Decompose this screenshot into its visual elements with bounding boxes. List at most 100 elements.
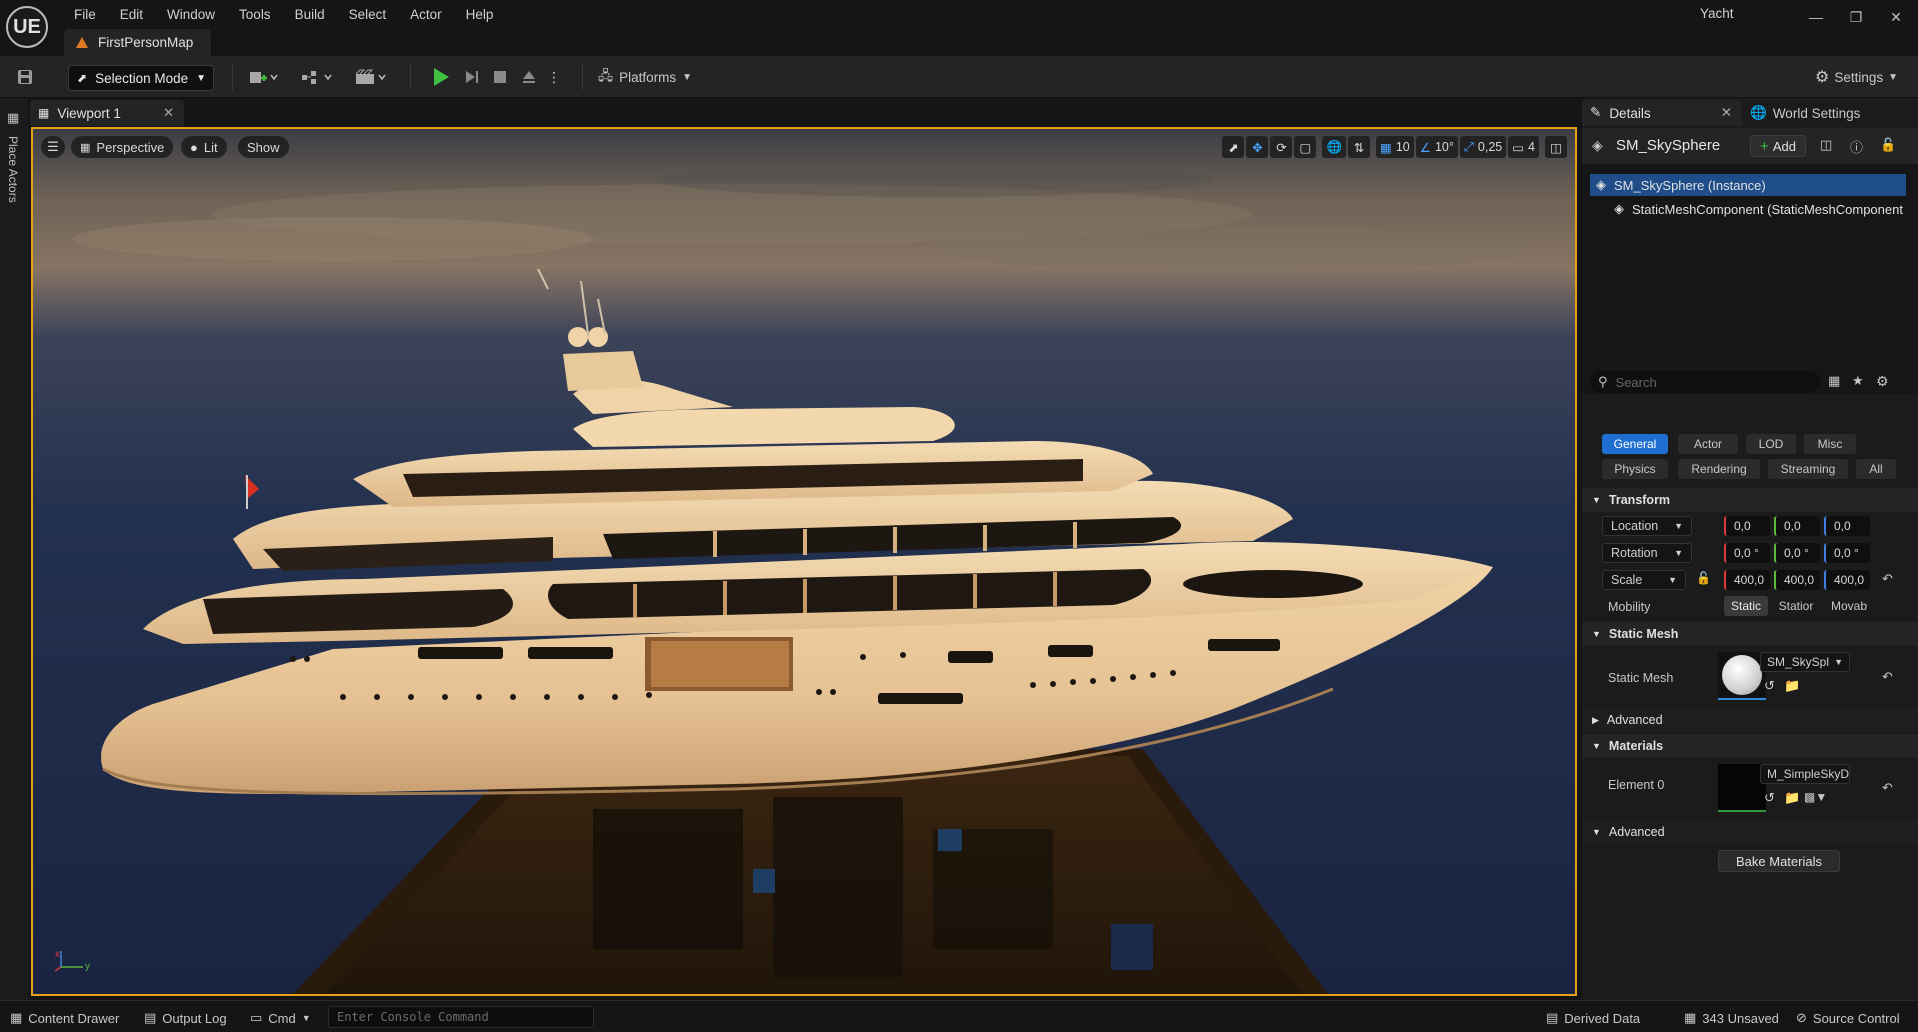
gear-icon[interactable]: ⚙ [1876,373,1889,390]
viewport[interactable]: ☰ ▦ Perspective ● Lit Show ⬈ ✥ ⟳ ▢ 🌐 ⇅ ▦… [31,127,1577,996]
grid-snap-button[interactable]: ▦ 10 [1376,136,1414,158]
location-dropdown[interactable]: Location ▼ [1602,516,1692,536]
browse-icon[interactable]: 📁 [1784,790,1800,806]
menu-select[interactable]: Select [337,4,399,26]
add-component-button[interactable]: + Add [1750,135,1806,157]
layout-icon[interactable]: ◫ [1545,136,1567,158]
select-tool-icon[interactable]: ⬈ [1222,136,1245,158]
help-icon[interactable]: ⓘ [1850,137,1863,156]
menu-edit[interactable]: Edit [108,4,155,26]
unreal-logo-icon[interactable]: UE [6,6,48,48]
rotation-x-input[interactable]: 0,0 ° [1724,543,1770,563]
rotation-snap-button[interactable]: ∠ 10° [1415,136,1458,158]
menu-tools[interactable]: Tools [227,4,283,26]
material-thumbnail[interactable] [1718,764,1766,812]
table-view-icon[interactable]: ▦ [1828,373,1840,389]
component-row-mesh[interactable]: ◈ StaticMeshComponent (StaticMeshCompone… [1614,198,1914,220]
source-control-button[interactable]: ⊘ Source Control [1796,1009,1900,1027]
location-y-input[interactable]: 0,0 [1774,516,1820,536]
static-mesh-advanced-header[interactable]: ▶ Advanced [1582,708,1918,732]
translate-tool-icon[interactable]: ✥ [1246,136,1269,158]
console-command-input[interactable] [328,1006,594,1028]
cinematics-icon[interactable] [352,66,392,88]
place-actors-icon[interactable]: ▦ [7,110,19,126]
eject-icon[interactable] [518,66,540,88]
cmd-dropdown[interactable]: ▭ Cmd ▼ [250,1009,311,1027]
menu-build[interactable]: Build [283,4,337,26]
add-actor-icon[interactable] [244,66,284,88]
menu-window[interactable]: Window [155,4,227,26]
minimize-icon[interactable]: — [1802,6,1830,28]
close-icon[interactable]: ✕ [1721,105,1732,121]
static-mesh-asset-dropdown[interactable]: SM_SkySpl ▼ [1760,652,1850,672]
filter-actor[interactable]: Actor [1678,434,1738,454]
filter-general[interactable]: General [1602,434,1668,454]
close-icon[interactable]: ✕ [1882,6,1910,28]
step-icon[interactable] [462,66,482,88]
filter-rendering[interactable]: Rendering [1678,459,1760,479]
scale-z-input[interactable]: 400,0 [1824,570,1870,590]
viewport-menu-icon[interactable]: ☰ [41,136,65,158]
world-space-icon[interactable]: 🌐 [1322,136,1347,158]
blueprint-icon[interactable] [298,66,338,88]
map-tab[interactable]: FirstPersonMap [64,29,212,56]
selection-mode-dropdown[interactable]: ⬈ Selection Mode ▼ [68,65,214,91]
component-row-root[interactable]: ◈ SM_SkySphere (Instance) [1590,174,1906,196]
materials-section-header[interactable]: ▼ Materials [1582,734,1918,758]
mobility-movable[interactable]: Movab [1824,596,1874,616]
reset-icon[interactable]: ↶ [1882,669,1893,685]
materials-advanced-header[interactable]: ▼ Advanced [1582,820,1918,844]
location-z-input[interactable]: 0,0 [1824,516,1870,536]
viewport-tab[interactable]: ▦ Viewport 1 ✕ [30,100,184,126]
scale-x-input[interactable]: 400,0 [1724,570,1770,590]
menu-help[interactable]: Help [454,4,506,26]
unsaved-button[interactable]: ▦ 343 Unsaved [1684,1009,1779,1027]
restore-icon[interactable]: ❐ [1842,6,1870,28]
material-options-icon[interactable]: ▩▼ [1804,790,1827,804]
use-selected-icon[interactable]: ↺ [1764,678,1775,694]
lock-icon[interactable]: 🔓 [1696,571,1711,585]
transform-section-header[interactable]: ▼ Transform [1582,488,1918,512]
rotation-z-input[interactable]: 0,0 ° [1824,543,1870,563]
play-button[interactable] [434,68,449,86]
derived-data-button[interactable]: ▤ Derived Data [1546,1009,1640,1027]
menu-actor[interactable]: Actor [398,4,454,26]
rotation-dropdown[interactable]: Rotation ▼ [1602,543,1692,563]
save-icon[interactable] [14,66,36,88]
material-asset-dropdown[interactable]: M_SimpleSkyDor [1760,764,1850,784]
reset-icon[interactable]: ↶ [1882,571,1893,587]
scale-dropdown[interactable]: Scale ▼ [1602,570,1686,590]
rotation-y-input[interactable]: 0,0 ° [1774,543,1820,563]
filter-physics[interactable]: Physics [1602,459,1668,479]
filter-lod[interactable]: LOD [1746,434,1796,454]
filter-misc[interactable]: Misc [1804,434,1856,454]
location-x-input[interactable]: 0,0 [1724,516,1770,536]
settings-button[interactable]: ⚙ Settings ▼ [1815,66,1898,88]
browse-icon[interactable]: 📁 [1784,678,1800,694]
use-selected-icon[interactable]: ↺ [1764,790,1775,806]
lit-button[interactable]: ● Lit [181,136,227,158]
static-mesh-section-header[interactable]: ▼ Static Mesh [1582,622,1918,646]
perspective-button[interactable]: ▦ Perspective [71,136,174,158]
lock-icon[interactable]: 🔓 [1880,137,1896,153]
output-log-button[interactable]: ▤ Output Log [144,1009,227,1027]
content-drawer-button[interactable]: ▦ Content Drawer [10,1009,119,1027]
static-mesh-thumbnail[interactable] [1718,652,1766,700]
stop-icon[interactable] [490,66,510,88]
rotate-tool-icon[interactable]: ⟳ [1270,136,1293,158]
details-tab[interactable]: ✎ Details ✕ [1582,100,1742,126]
camera-speed-button[interactable]: ▭ 4 [1508,136,1539,158]
reset-icon[interactable]: ↶ [1882,780,1893,796]
filter-streaming[interactable]: Streaming [1768,459,1848,479]
close-icon[interactable]: ✕ [163,105,174,121]
blueprint-icon[interactable]: ◫ [1820,137,1832,153]
details-search-input[interactable]: ⚲ Search [1590,371,1820,393]
scale-snap-button[interactable]: ⤢ 0,25 [1459,136,1507,158]
surface-snap-icon[interactable]: ⇅ [1348,136,1371,158]
more-options-icon[interactable]: ⋮ [547,66,561,88]
mobility-stationary[interactable]: Statior [1772,596,1820,616]
scale-tool-icon[interactable]: ▢ [1294,136,1317,158]
menu-file[interactable]: File [62,4,108,26]
mobility-static[interactable]: Static [1724,596,1768,616]
place-actors-tab[interactable]: Place Actors [6,136,20,203]
